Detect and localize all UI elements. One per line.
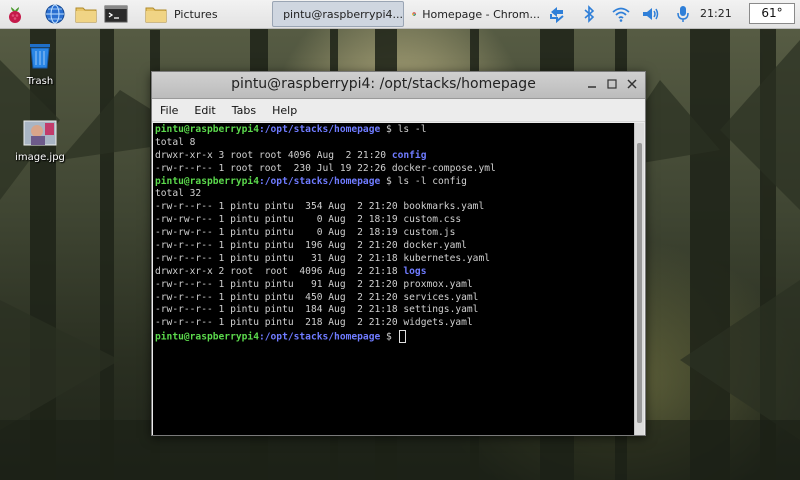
task-label: Pictures — [174, 7, 218, 21]
trash-icon — [30, 44, 50, 69]
taskbar: Pictures pintu@raspberrypi4... Homepage … — [0, 0, 800, 29]
wifi-icon — [612, 7, 630, 22]
microphone-icon — [677, 6, 689, 22]
terminal-output-line: -rw-r--r-- 1 pintu pintu 31 Aug 2 21:18 … — [155, 252, 491, 264]
terminal-prompt-line: pintu@raspberrypi4:/opt/stacks/homepage … — [155, 124, 633, 137]
terminal-icon — [104, 5, 128, 23]
close-icon — [627, 79, 637, 89]
minimize-icon — [588, 86, 596, 88]
desktop-image-file[interactable]: image.jpg — [10, 120, 70, 163]
vnc-arrows-icon — [550, 7, 564, 23]
prompt-path: :/opt/stacks/homepage — [258, 124, 381, 135]
wifi-tray-button[interactable] — [610, 3, 632, 25]
terminal-output-line: -rw-r--r-- 1 pintu pintu 196 Aug 2 21:20… — [155, 240, 467, 252]
terminal-output-line: -rw-rw-r-- 1 pintu pintu 0 Aug 2 18:19 c… — [155, 214, 462, 226]
prompt-path: :/opt/stacks/homepage — [258, 331, 381, 343]
terminal-launcher-button[interactable] — [104, 1, 132, 27]
terminal-output-line: -rw-r--r-- 1 pintu pintu 91 Aug 2 21:20 … — [155, 278, 473, 290]
browser-launcher-button[interactable] — [44, 1, 70, 27]
desktop-icon-label: Trash — [26, 76, 54, 87]
terminal-output-line: -rw-rw-r-- 1 pintu pintu 0 Aug 2 18:19 c… — [155, 227, 456, 239]
prompt-path: :/opt/stacks/homepage — [258, 175, 381, 187]
menu-file[interactable]: File — [160, 104, 178, 117]
prompt-symbol: $ — [380, 331, 398, 343]
menu-edit[interactable]: Edit — [194, 104, 215, 117]
maximize-button[interactable] — [605, 77, 619, 91]
vnc-tray-button[interactable] — [546, 3, 568, 25]
directory-name: logs — [403, 265, 427, 277]
menu-bar: File Edit Tabs Help — [152, 99, 645, 122]
prompt-user: pintu@raspberrypi4 — [155, 124, 259, 135]
terminal-output-line: -rw-r--r-- 1 pintu pintu 450 Aug 2 21:20… — [155, 291, 479, 303]
close-button[interactable] — [625, 77, 639, 91]
terminal-output-line: total 8 — [155, 136, 196, 148]
task-label: Homepage - Chrom... — [422, 7, 540, 21]
raspberry-icon — [9, 7, 21, 23]
listing-text: drwxr-xr-x 3 root root 4096 Aug 2 21:20 — [155, 149, 392, 161]
terminal-window: pintu@raspberrypi4: /opt/stacks/homepage… — [151, 71, 646, 436]
terminal-output[interactable]: pintu@raspberrypi4:/opt/stacks/homepage … — [153, 123, 635, 435]
desktop-trash[interactable]: Trash — [10, 40, 70, 87]
minimize-button[interactable] — [585, 77, 599, 91]
menu-help[interactable]: Help — [272, 104, 297, 117]
microphone-tray-button[interactable] — [672, 3, 694, 25]
window-titlebar[interactable]: pintu@raspberrypi4: /opt/stacks/homepage — [152, 72, 645, 99]
task-terminal[interactable]: pintu@raspberrypi4... — [272, 1, 404, 27]
volume-tray-button[interactable] — [640, 3, 662, 25]
terminal-output-line: total 32 — [155, 188, 202, 200]
task-chrome[interactable]: Homepage - Chrom... — [408, 1, 540, 27]
listing-text: drwxr-xr-x 2 root root 4096 Aug 2 21:18 — [155, 265, 404, 277]
image-file-icon — [23, 120, 57, 146]
terminal-cursor — [398, 330, 406, 344]
maximize-icon — [607, 79, 617, 89]
terminal-output-line: -rw-r--r-- 1 pintu pintu 184 Aug 2 21:18… — [155, 304, 479, 316]
terminal-prompt-line: pintu@raspberrypi4:/opt/stacks/homepage … — [155, 330, 633, 344]
terminal-output-line: drwxr-xr-x 3 root root 4096 Aug 2 21:20 … — [155, 150, 633, 163]
raspberry-menu-button[interactable] — [4, 1, 30, 27]
prompt-symbol: $ ls -l — [380, 124, 427, 135]
task-pictures[interactable]: Pictures — [140, 1, 268, 27]
task-label: pintu@raspberrypi4... — [283, 7, 403, 21]
clock[interactable]: 21:21 — [700, 7, 732, 20]
terminal-output-line: -rw-r--r-- 1 root root 230 Jul 19 22:26 … — [155, 162, 496, 174]
terminal-output-line: -rw-r--r-- 1 pintu pintu 218 Aug 2 21:20… — [155, 317, 473, 329]
globe-icon — [45, 4, 65, 24]
menu-tabs[interactable]: Tabs — [232, 104, 256, 117]
prompt-symbol: $ ls -l config — [380, 175, 467, 187]
folder-icon — [145, 7, 167, 23]
speaker-icon — [643, 8, 659, 20]
terminal-output-line: drwxr-xr-x 2 root root 4096 Aug 2 21:18 … — [155, 266, 633, 279]
cpu-temperature-widget[interactable]: 61° — [749, 3, 795, 24]
desktop-icon-label: image.jpg — [15, 152, 65, 163]
prompt-user: pintu@raspberrypi4 — [155, 331, 259, 343]
bluetooth-tray-button[interactable] — [578, 3, 600, 25]
terminal-output-line: -rw-r--r-- 1 pintu pintu 354 Aug 2 21:20… — [155, 201, 485, 213]
folder-icon — [75, 7, 97, 23]
bluetooth-icon — [584, 5, 595, 23]
window-title: pintu@raspberrypi4: /opt/stacks/homepage — [231, 76, 536, 92]
directory-name: config — [391, 149, 427, 161]
prompt-user: pintu@raspberrypi4 — [155, 175, 259, 187]
terminal-scrollbar[interactable] — [634, 123, 644, 435]
scrollbar-thumb[interactable] — [637, 143, 642, 423]
terminal-prompt-line: pintu@raspberrypi4:/opt/stacks/homepage … — [155, 176, 633, 189]
chrome-icon — [412, 12, 416, 16]
file-manager-launcher-button[interactable] — [74, 1, 100, 27]
